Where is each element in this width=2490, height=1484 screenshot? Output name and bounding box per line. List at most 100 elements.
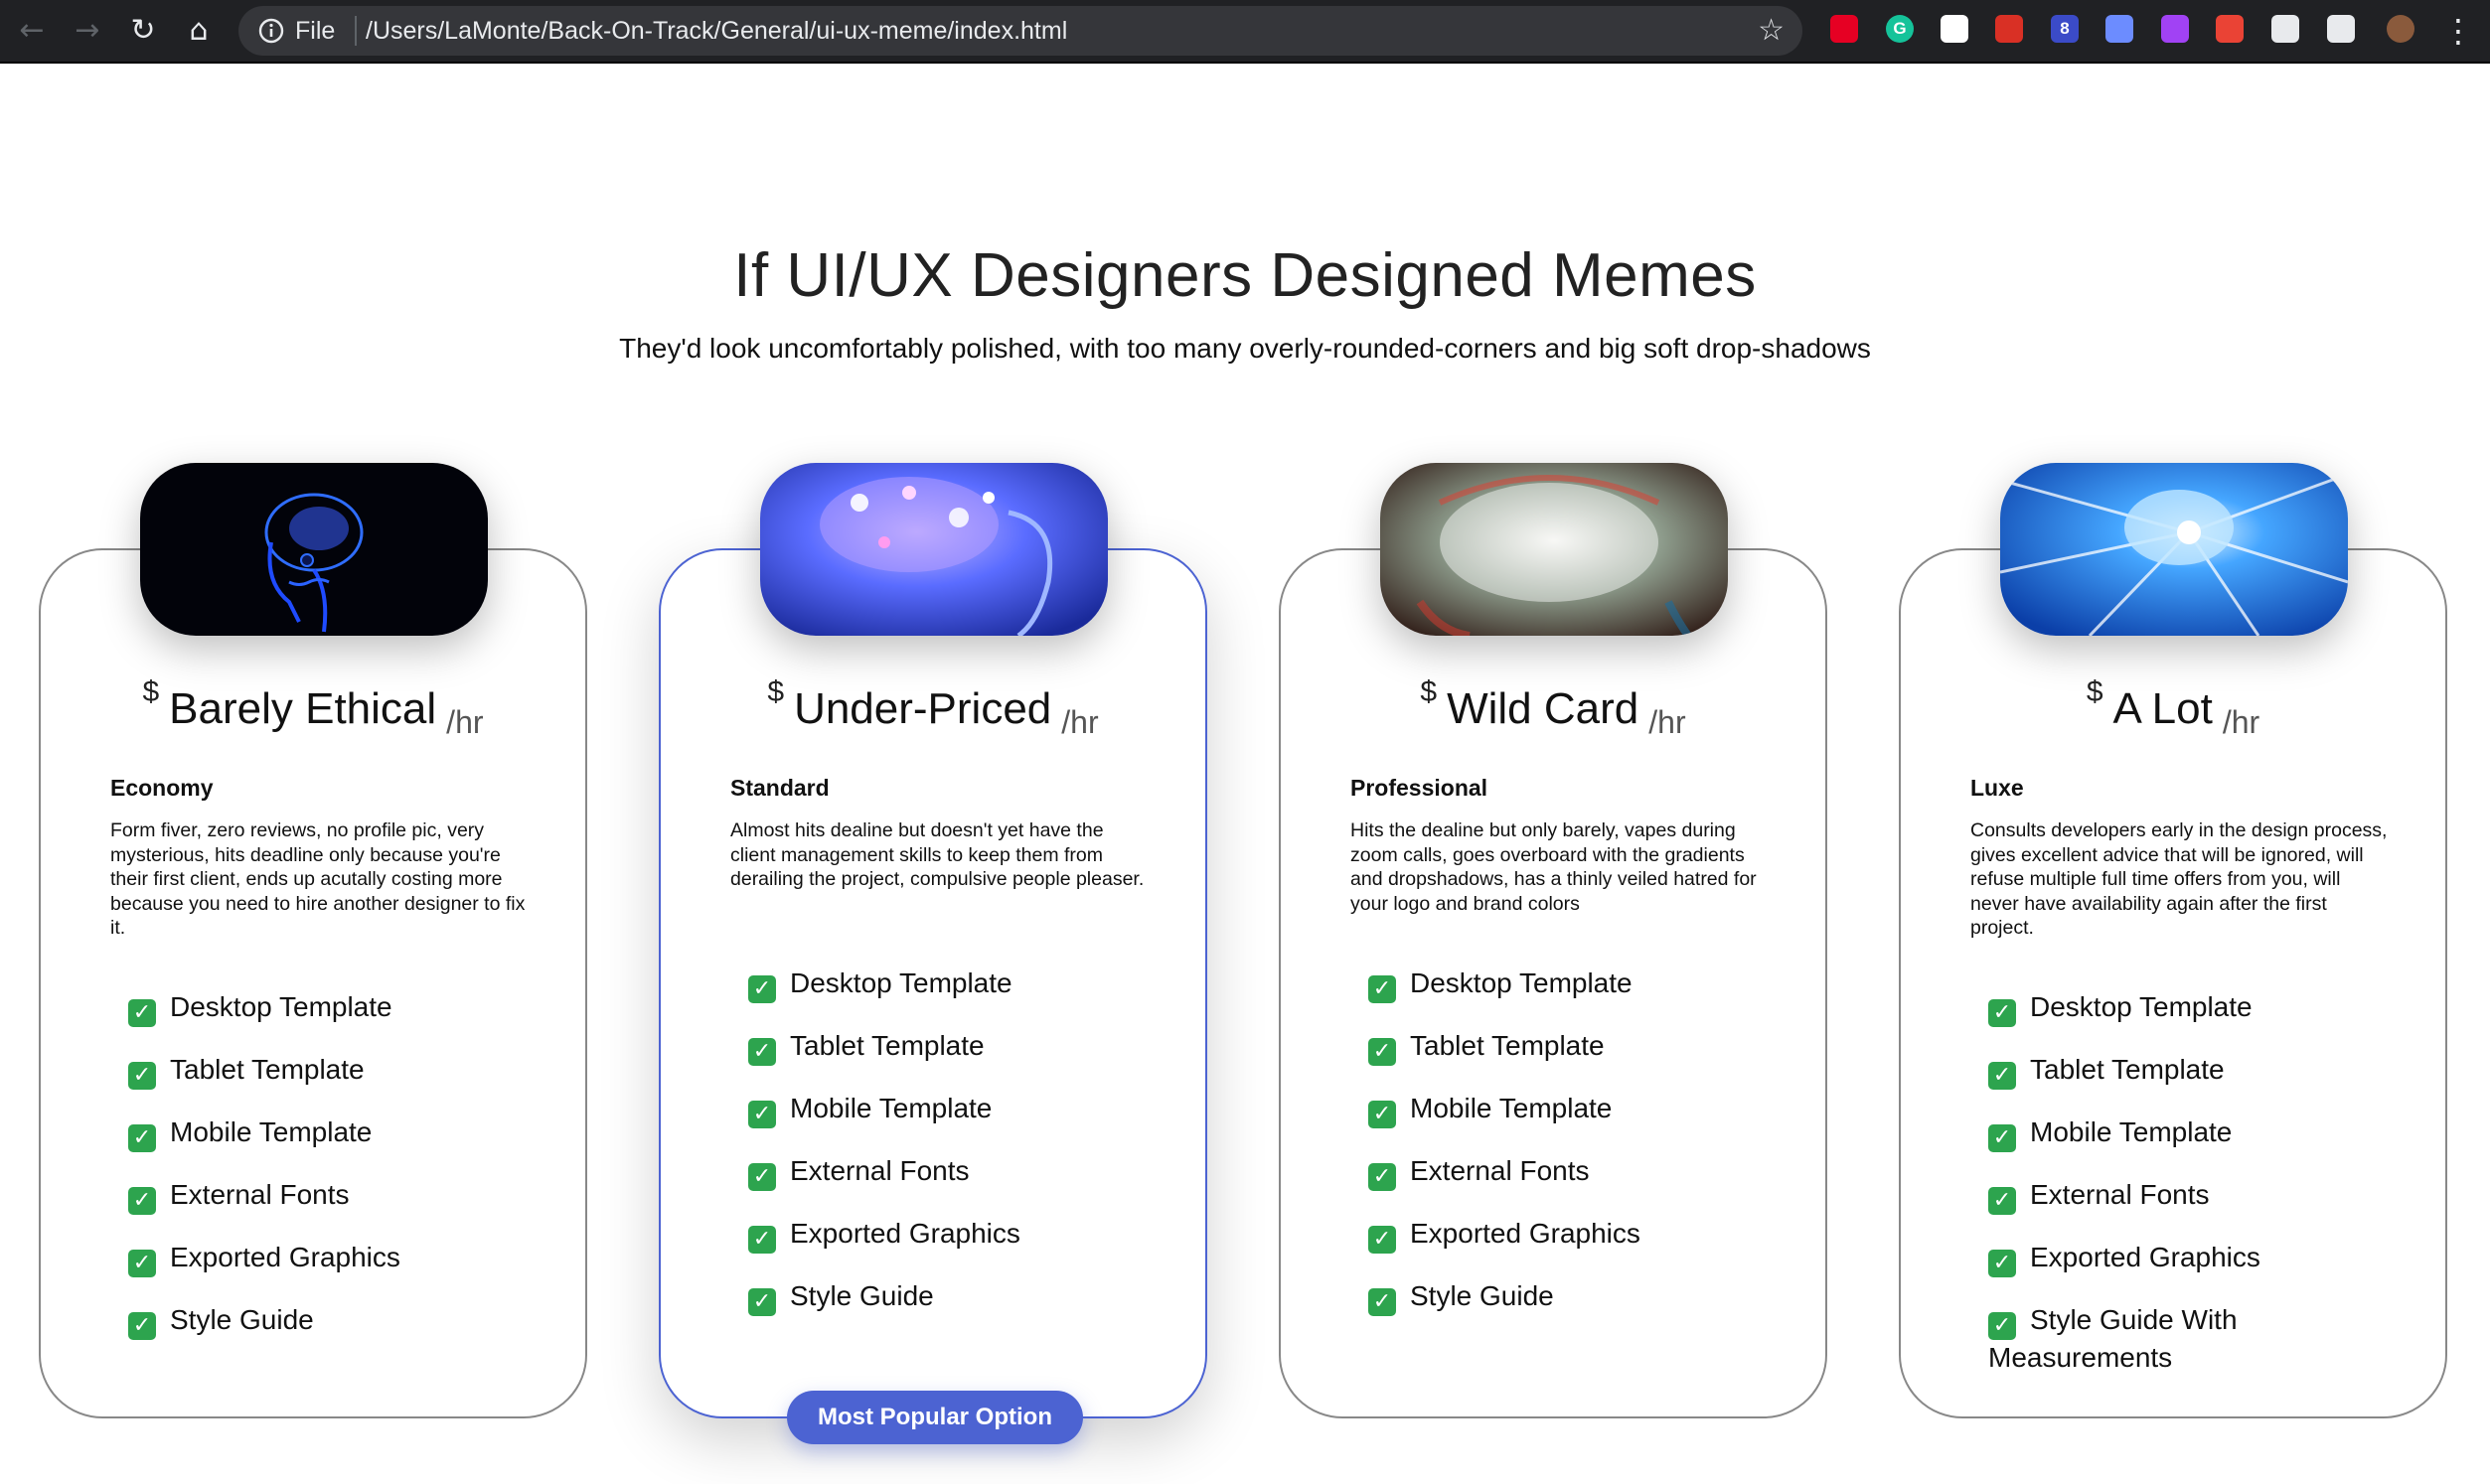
plan-name: Wild Card [1447, 684, 1639, 733]
page-title: If UI/UX Designers Designed Memes [733, 241, 1757, 310]
feature-label: External Fonts [170, 1179, 350, 1210]
pricing-card-standard: $ Under-Priced/hr Standard Almost hits de… [659, 548, 1207, 1418]
per-hour-label: /hr [2222, 704, 2260, 740]
feature-item: ✓ Exported Graphics [1988, 1240, 2425, 1277]
feature-label: Tablet Template [790, 1030, 985, 1061]
feature-label: Exported Graphics [790, 1218, 1020, 1249]
feature-item: ✓ Mobile Template [1988, 1114, 2425, 1152]
browser-menu-button[interactable]: ⋮ [2440, 13, 2476, 49]
checkmark-icon: ✓ [748, 975, 776, 1003]
checkmark-icon: ✓ [128, 1312, 156, 1340]
feature-label: Exported Graphics [2030, 1242, 2260, 1272]
plan-tier: Standard [730, 775, 830, 801]
plan-name: Under-Priced [794, 684, 1052, 733]
url-text[interactable]: /Users/LaMonte/Back-On-Track/General/ui-… [366, 16, 1067, 46]
color-picker-extension-icon[interactable] [2161, 15, 2189, 43]
plan-price: $ A Lot/hr [1901, 675, 2445, 741]
feature-item: ✓ Style Guide [748, 1278, 1185, 1316]
checkmark-icon: ✓ [1988, 999, 2016, 1027]
pricing-card-professional: $ Wild Card/hr Professional Hits the deal… [1279, 548, 1827, 1418]
kebab-menu-icon: ⋮ [2442, 12, 2474, 50]
forward-arrow-icon: → [75, 13, 100, 48]
reload-icon: ↻ [130, 13, 156, 48]
feature-item: ✓ Mobile Template [1368, 1091, 1805, 1128]
feature-item: ✓ Tablet Template [128, 1052, 565, 1090]
pinterest-save-extension-icon[interactable] [1830, 15, 1858, 43]
currency-symbol: $ [767, 675, 785, 708]
most-popular-button[interactable]: Most Popular Option [787, 1391, 1083, 1444]
plan-name: A Lot [2112, 684, 2213, 733]
checkmark-icon: ✓ [1988, 1062, 2016, 1090]
scheme-label: File [295, 17, 336, 45]
currency-symbol: $ [142, 675, 160, 708]
plan-tier: Economy [110, 775, 214, 801]
pen-extension-icon[interactable] [2216, 15, 2244, 43]
feature-item: ✓ Exported Graphics [1368, 1216, 1805, 1254]
feature-label: Style Guide [790, 1280, 934, 1311]
feature-label: Desktop Template [1410, 967, 1633, 998]
checkmark-icon: ✓ [1988, 1250, 2016, 1277]
plan-name: Barely Ethical [169, 684, 437, 733]
feature-label: Mobile Template [170, 1116, 373, 1147]
back-arrow-icon: ← [19, 13, 45, 48]
feature-label: External Fonts [1410, 1155, 1590, 1186]
feature-item: ✓ Mobile Template [748, 1091, 1185, 1128]
plan-price: $ Barely Ethical/hr [41, 675, 585, 741]
feature-item: ✓ Exported Graphics [748, 1216, 1185, 1254]
home-icon: ⌂ [189, 13, 209, 48]
feature-item: ✓ Style Guide [128, 1302, 565, 1340]
plan-price: $ Under-Priced/hr [661, 675, 1205, 741]
feature-label: Style Guide [170, 1304, 314, 1335]
feature-label: Tablet Template [1410, 1030, 1605, 1061]
feature-label: Desktop Template [2030, 991, 2253, 1022]
home-button[interactable]: ⌂ [181, 13, 217, 49]
checkmark-icon: ✓ [748, 1101, 776, 1128]
panda-extension-icon[interactable] [1941, 15, 1968, 43]
feature-item: ✓ External Fonts [748, 1153, 1185, 1191]
checkmark-icon: ✓ [128, 1250, 156, 1277]
reload-button[interactable]: ↻ [125, 13, 161, 49]
feature-item: ✓ Mobile Template [128, 1114, 565, 1152]
feature-item: ✓ Desktop Template [128, 989, 565, 1027]
divider [355, 16, 357, 46]
feature-item: ✓ Desktop Template [1988, 989, 2425, 1027]
plan-price: $ Wild Card/hr [1281, 675, 1825, 741]
checkmark-icon: ✓ [128, 1187, 156, 1215]
plan-description: Almost hits dealine but doesn't yet have… [730, 819, 1145, 890]
browser-toolbar: ← → ↻ ⌂ File /Users/LaMonte/Back-On-Trac… [0, 0, 2490, 64]
grammarly-extension-icon[interactable]: G [1886, 15, 1914, 43]
checkmark-icon: ✓ [748, 1226, 776, 1254]
calendar-extension-icon[interactable] [1995, 15, 2023, 43]
feature-item: ✓ Desktop Template [1368, 965, 1805, 1003]
puzzle-extensions-icon[interactable] [2271, 15, 2299, 43]
badge-extension-icon[interactable]: 8 [2051, 15, 2079, 43]
info-icon[interactable] [256, 16, 286, 46]
per-hour-label: /hr [446, 704, 484, 740]
plan-description: Hits the dealine but only barely, vapes … [1350, 819, 1757, 915]
cast-icon[interactable] [2327, 15, 2355, 43]
back-button[interactable]: ← [14, 13, 50, 49]
meme-image-brain-small [140, 463, 488, 636]
checkmark-icon: ✓ [128, 1062, 156, 1090]
feature-item: ✓ Tablet Template [1368, 1028, 1805, 1066]
profile-avatar[interactable] [2387, 15, 2414, 43]
feature-item: ✓ Exported Graphics [128, 1240, 565, 1277]
pricing-card-economy: $ Barely Ethical/hr Economy Form fiver, z… [39, 548, 587, 1418]
currency-symbol: $ [2086, 675, 2103, 708]
meme-image-brain-radiant [2000, 463, 2348, 636]
feature-label: Tablet Template [170, 1054, 365, 1085]
wave-extension-icon[interactable] [2105, 15, 2133, 43]
checkmark-icon: ✓ [1988, 1124, 2016, 1152]
checkmark-icon: ✓ [748, 1288, 776, 1316]
checkmark-icon: ✓ [1988, 1312, 2016, 1340]
feature-label: Style Guide [1410, 1280, 1554, 1311]
feature-label: Tablet Template [2030, 1054, 2225, 1085]
checkmark-icon: ✓ [1368, 975, 1396, 1003]
bookmark-star-icon[interactable]: ☆ [1758, 14, 1785, 48]
feature-label: Desktop Template [790, 967, 1012, 998]
feature-item: ✓ Desktop Template [748, 965, 1185, 1003]
address-bar[interactable]: File /Users/LaMonte/Back-On-Track/Genera… [238, 6, 1802, 56]
checkmark-icon: ✓ [1368, 1288, 1396, 1316]
feature-item: ✓ External Fonts [1988, 1177, 2425, 1215]
forward-button[interactable]: → [70, 13, 105, 49]
